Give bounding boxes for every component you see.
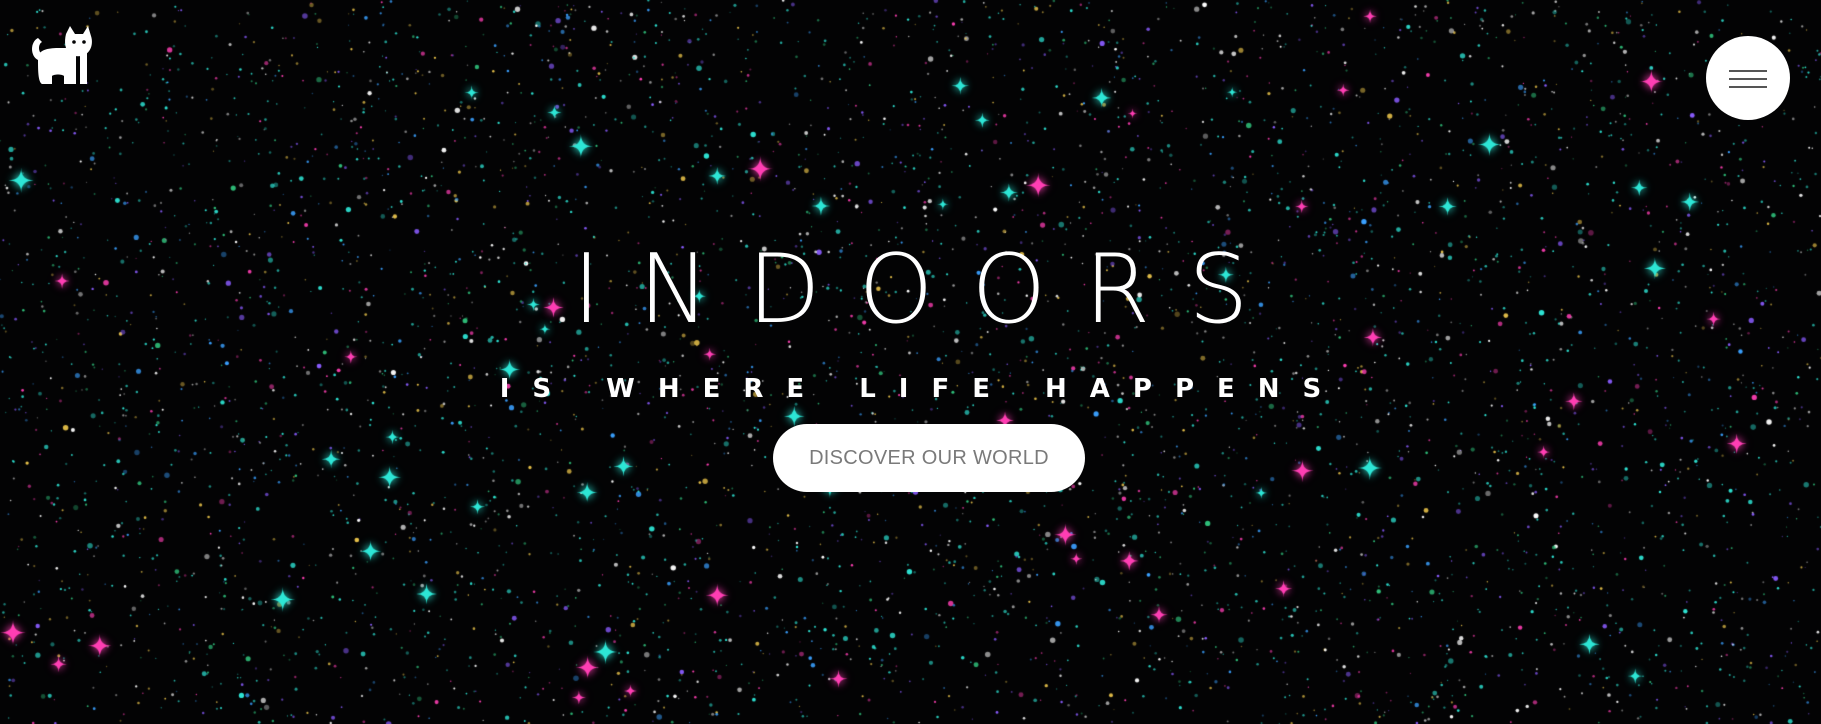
hamburger-bar [1729, 86, 1767, 88]
hero-title: INDOORS [572, 235, 1287, 345]
hero-subtitle: IS WHERE LIFE HAPPENS [499, 374, 1345, 404]
hamburger-menu-button[interactable] [1706, 36, 1790, 120]
hamburger-bar [1729, 78, 1767, 80]
starfield-background [0, 0, 1821, 724]
cat-logo-icon[interactable] [28, 24, 94, 86]
cat-icon [32, 26, 92, 86]
discover-button[interactable]: DISCOVER OUR WORLD [773, 424, 1085, 492]
hero-section: INDOORS IS WHERE LIFE HAPPENS DISCOVER O… [0, 0, 1821, 724]
hamburger-menu-icon [1729, 70, 1767, 72]
